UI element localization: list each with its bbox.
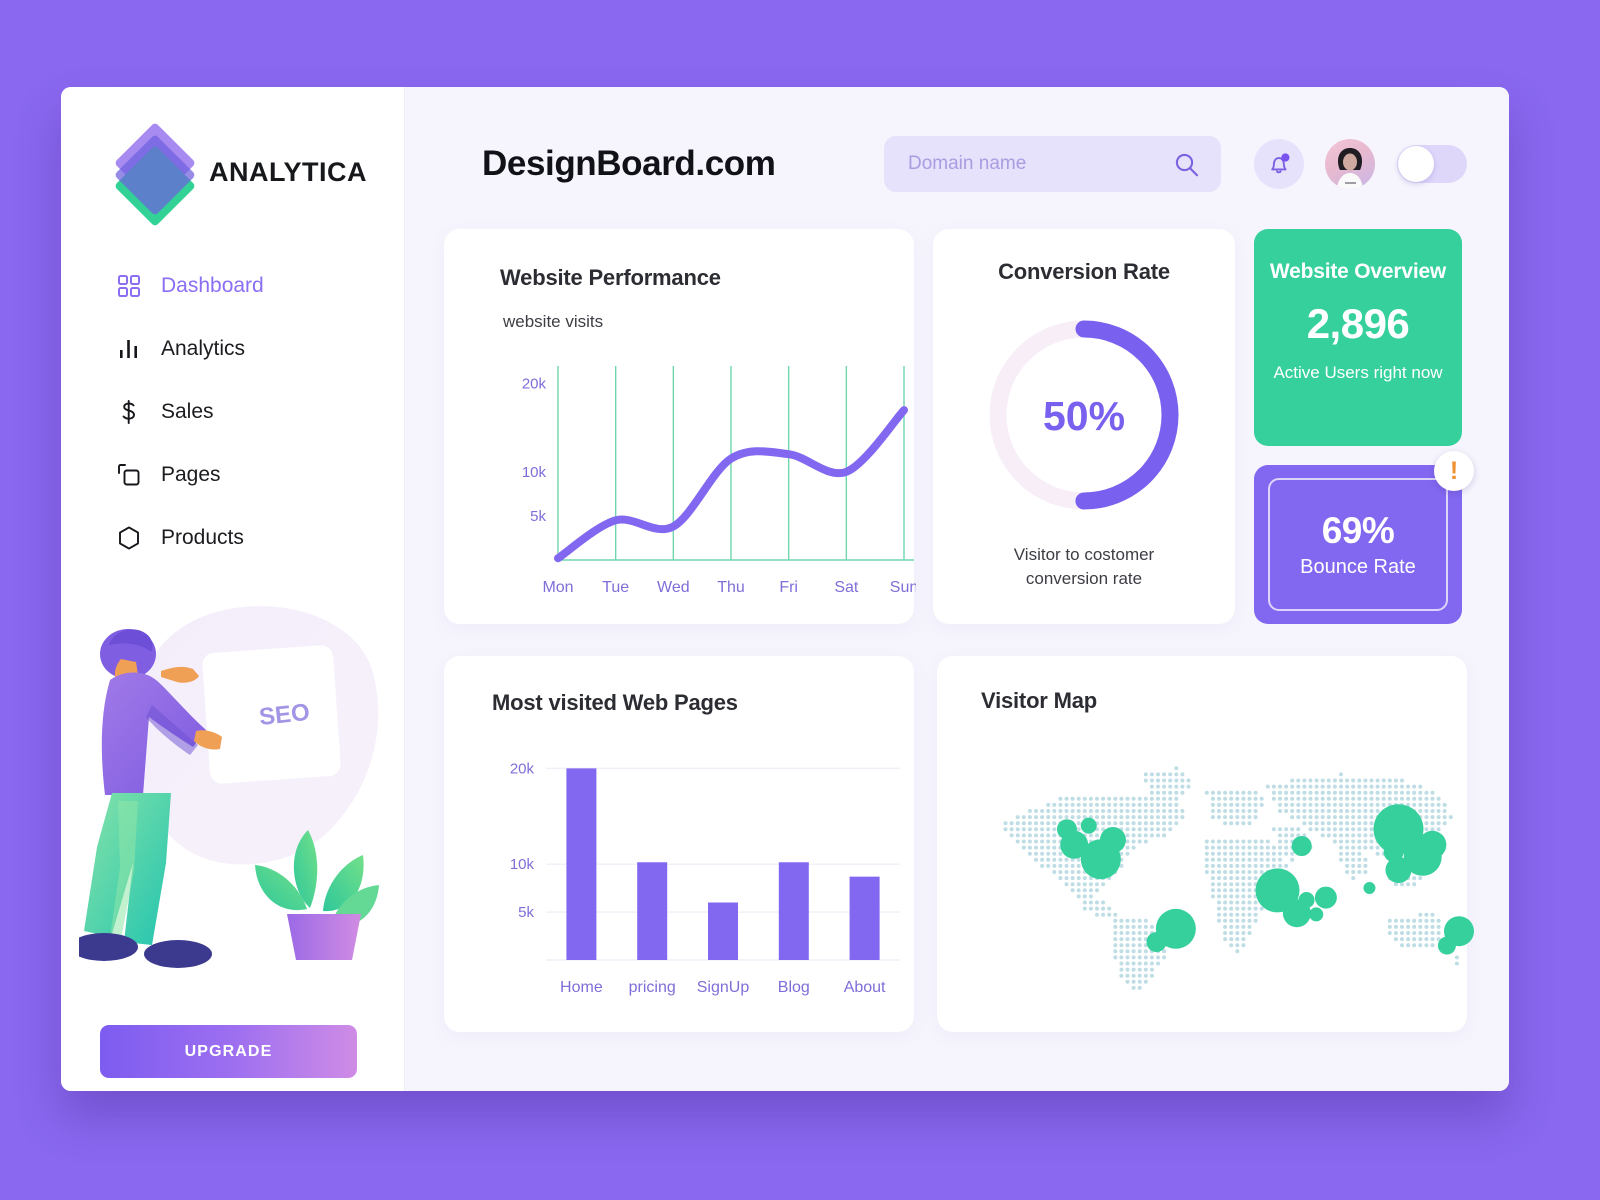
sidebar-item-pages[interactable]: Pages (117, 443, 404, 506)
alert-exclamation-icon[interactable]: ! (1434, 451, 1474, 491)
dashboard-window: ANALYTICA Dashboard Analytics Sales Page… (61, 87, 1509, 1091)
most-visited-pages-card: Most visited Web Pages 5k 10k 20k Home prici… (444, 656, 914, 1032)
conversion-rate-card: Conversion Rate 50% Visitor to costomer … (933, 229, 1235, 624)
svg-text:50%: 50% (1043, 393, 1125, 439)
visitor-map-card: Visitor Map (937, 656, 1474, 1032)
svg-text:Home: Home (560, 979, 603, 996)
card-title: Most visited Web Pages (492, 690, 738, 715)
card-title: Website Overview (1269, 260, 1447, 283)
sidebar-item-label: Analytics (161, 336, 246, 360)
bounce-rate-label: Bounce Rate (1300, 556, 1416, 578)
card-caption: Visitor to costomer conversion rate (933, 543, 1235, 592)
svg-text:10k: 10k (510, 856, 535, 873)
sidebar-item-label: Dashboard (161, 273, 264, 297)
stat-cards-column: Website Overview 2,896 Active Users righ… (1254, 229, 1474, 624)
topbar: DesignBoard.com (444, 133, 1467, 195)
svg-text:Sun: Sun (890, 579, 916, 596)
seo-board-label: SEO (258, 699, 311, 731)
svg-text:20k: 20k (522, 376, 547, 393)
sidebar: ANALYTICA Dashboard Analytics Sales Page… (61, 87, 405, 1091)
most-visited-pages-bar-chart: 5k 10k 20k Home pricing SignUp Blog About (510, 760, 900, 996)
card-subtitle: website visits (503, 312, 604, 331)
visitor-map-bubble-chart (1003, 766, 1474, 990)
svg-text:Mon: Mon (542, 579, 573, 596)
toggle-knob (1398, 146, 1434, 182)
notification-bell-icon (1266, 151, 1292, 177)
sidebar-item-label: Pages (161, 462, 221, 486)
sidebar-item-label: Sales (161, 399, 214, 423)
brand-logo[interactable]: ANALYTICA (61, 87, 404, 228)
theme-toggle-switch[interactable] (1397, 145, 1467, 183)
svg-text:5k: 5k (530, 508, 546, 525)
sidebar-item-analytics[interactable]: Analytics (117, 317, 404, 380)
conversion-rate-donut-chart: 50% (989, 320, 1179, 510)
svg-text:Tue: Tue (602, 579, 629, 596)
grid-icon (117, 274, 141, 298)
svg-text:SignUp: SignUp (697, 979, 750, 996)
sidebar-item-sales[interactable]: Sales (117, 380, 404, 443)
top-cards-row: Website Performance website visits 5k 10k… (444, 229, 1474, 624)
bounce-rate-card: 69% Bounce Rate ! (1254, 451, 1474, 624)
search-icon[interactable] (1174, 152, 1199, 177)
sidebar-item-dashboard[interactable]: Dashboard (117, 254, 404, 317)
svg-text:About: About (844, 979, 886, 996)
card-title: Visitor Map (981, 688, 1097, 713)
website-overview-card: Website Overview 2,896 Active Users righ… (1254, 229, 1462, 446)
copy-pages-icon (117, 463, 141, 487)
upgrade-button[interactable]: UPGRADE (100, 1025, 357, 1078)
bar-chart-icon (117, 337, 141, 361)
caption-line-2: conversion rate (1025, 569, 1143, 589)
website-performance-card: Website Performance website visits 5k 10k… (444, 229, 916, 624)
dollar-icon (117, 399, 141, 424)
avatar[interactable] (1325, 139, 1375, 189)
bottom-cards-row: Most visited Web Pages 5k 10k 20k Home prici… (444, 656, 1474, 1032)
card-title: Website Performance (500, 265, 721, 290)
layered-diamond-logo-icon (113, 121, 197, 228)
svg-text:10k: 10k (522, 464, 547, 481)
sidebar-item-products[interactable]: Products (117, 506, 404, 569)
bounce-rate-inner-frame: 69% Bounce Rate (1268, 478, 1448, 611)
sidebar-nav: Dashboard Analytics Sales Pages Products (61, 254, 404, 569)
active-users-value: 2,896 (1306, 300, 1410, 347)
active-users-label: Active Users right now (1273, 363, 1443, 382)
sidebar-item-label: Products (161, 525, 244, 549)
search-input[interactable] (908, 153, 1174, 175)
svg-text:20k: 20k (510, 760, 535, 777)
svg-text:Sat: Sat (834, 579, 859, 596)
seo-illustration: SEO (79, 597, 409, 997)
hexagon-icon (117, 525, 141, 550)
brand-name: ANALYTICA (209, 156, 368, 187)
svg-text:pricing: pricing (629, 979, 676, 996)
card-title: Conversion Rate (998, 259, 1170, 284)
caption-line-1: Visitor to costomer (1013, 544, 1155, 564)
svg-text:Fri: Fri (779, 579, 798, 596)
svg-text:5k: 5k (518, 904, 534, 921)
search-bar[interactable] (884, 136, 1221, 192)
notification-bell-button[interactable] (1254, 139, 1304, 189)
svg-text:Wed: Wed (657, 579, 690, 596)
bounce-rate-value: 69% (1321, 510, 1395, 551)
website-performance-line-chart: 5k 10k 20k Mon Tue Wed Thu Fri Sat Sun (522, 366, 916, 596)
page-title: DesignBoard.com (482, 144, 776, 183)
svg-text:Thu: Thu (717, 579, 745, 596)
svg-text:Blog: Blog (778, 979, 810, 996)
main-content: DesignBoard.com Domain name Website Perf… (405, 87, 1509, 1091)
